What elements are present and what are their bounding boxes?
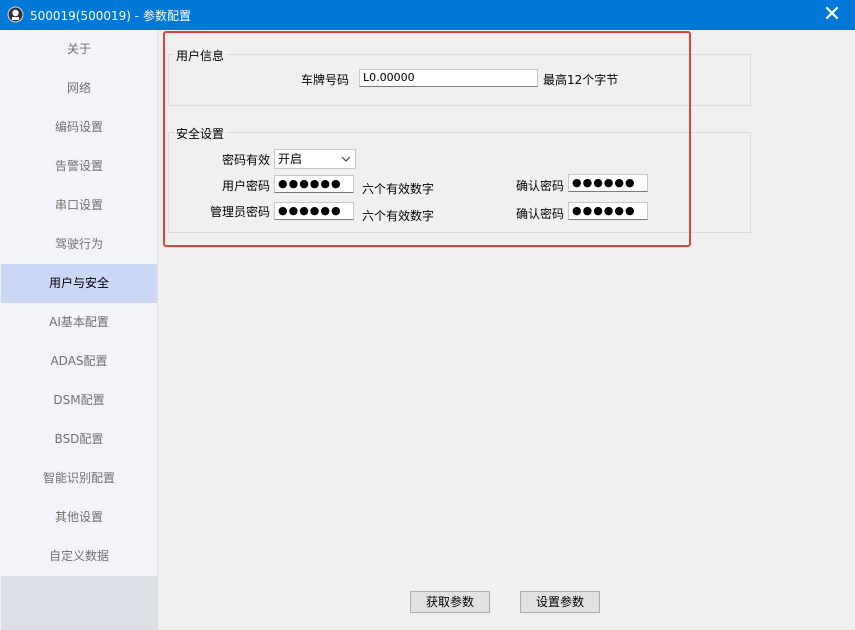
sidebar-item[interactable]: BSD配置 xyxy=(1,420,157,459)
admin-pwd-hint: 六个有效数字 xyxy=(362,209,435,223)
admin-pwd-input[interactable]: ●●●●●● xyxy=(274,202,354,220)
plate-label: 车牌号码 xyxy=(301,73,350,87)
user-pwd-input[interactable]: ●●●●●● xyxy=(274,175,354,193)
sidebar-item[interactable]: 智能识别配置 xyxy=(1,459,157,498)
user-confirm-input[interactable]: ●●●●●● xyxy=(568,174,648,192)
sidebar-item[interactable]: ADAS配置 xyxy=(1,342,157,381)
sidebar-item[interactable]: DSM配置 xyxy=(1,381,157,420)
user-confirm-label: 确认密码 xyxy=(516,179,565,193)
sidebar-item[interactable]: 串口设置 xyxy=(1,186,157,225)
sidebar-item[interactable]: 用户与安全 xyxy=(1,264,157,303)
sidebar-item[interactable]: 告警设置 xyxy=(1,147,157,186)
window-title: 500019(500019) - 参数配置 xyxy=(30,9,191,23)
set-params-button[interactable]: 设置参数 xyxy=(520,591,600,613)
app-icon xyxy=(7,6,24,23)
divider xyxy=(157,30,158,630)
sidebar-item[interactable]: 编码设置 xyxy=(1,108,157,147)
sidebar-item[interactable]: 其他设置 xyxy=(1,498,157,537)
sidebar-item[interactable]: 自定义数据 xyxy=(1,537,157,576)
user-info-title: 用户信息 xyxy=(174,47,227,64)
sidebar-item[interactable]: 关于 xyxy=(1,30,157,69)
sidebar-item[interactable]: 驾驶行为 xyxy=(1,225,157,264)
admin-pwd-label: 管理员密码 xyxy=(210,205,271,219)
sidebar-item[interactable]: AI基本配置 xyxy=(1,303,157,342)
admin-confirm-label: 确认密码 xyxy=(516,207,565,221)
security-title: 安全设置 xyxy=(174,125,227,142)
user-pwd-label: 用户密码 xyxy=(222,179,271,193)
pwd-enabled-value: 开启 xyxy=(278,152,303,166)
plate-number-input[interactable]: L0.00000 xyxy=(359,69,538,87)
sidebar-items: 关于 网络 编码设置 告警设置 串口设置 驾驶行为 用户与安全 AI基本配置 ADAS配置 DSM… xyxy=(1,30,157,576)
pwd-enabled-select[interactable]: 开启 xyxy=(274,149,356,169)
chevron-down-icon xyxy=(341,156,351,162)
close-icon[interactable]: ✕ xyxy=(809,0,855,30)
plate-hint: 最高12个字节 xyxy=(543,73,619,87)
title-bar: 500019(500019) - 参数配置 ✕ xyxy=(0,0,855,30)
sidebar: 关于 网络 编码设置 告警设置 串口设置 驾驶行为 用户与安全 AI基本配置 ADAS配置 DSM… xyxy=(1,30,157,630)
sidebar-item[interactable]: 网络 xyxy=(1,69,157,108)
pwd-enabled-label: 密码有效 xyxy=(222,153,271,167)
user-pwd-hint: 六个有效数字 xyxy=(362,182,435,196)
get-params-button[interactable]: 获取参数 xyxy=(410,591,490,613)
admin-confirm-input[interactable]: ●●●●●● xyxy=(568,202,648,220)
